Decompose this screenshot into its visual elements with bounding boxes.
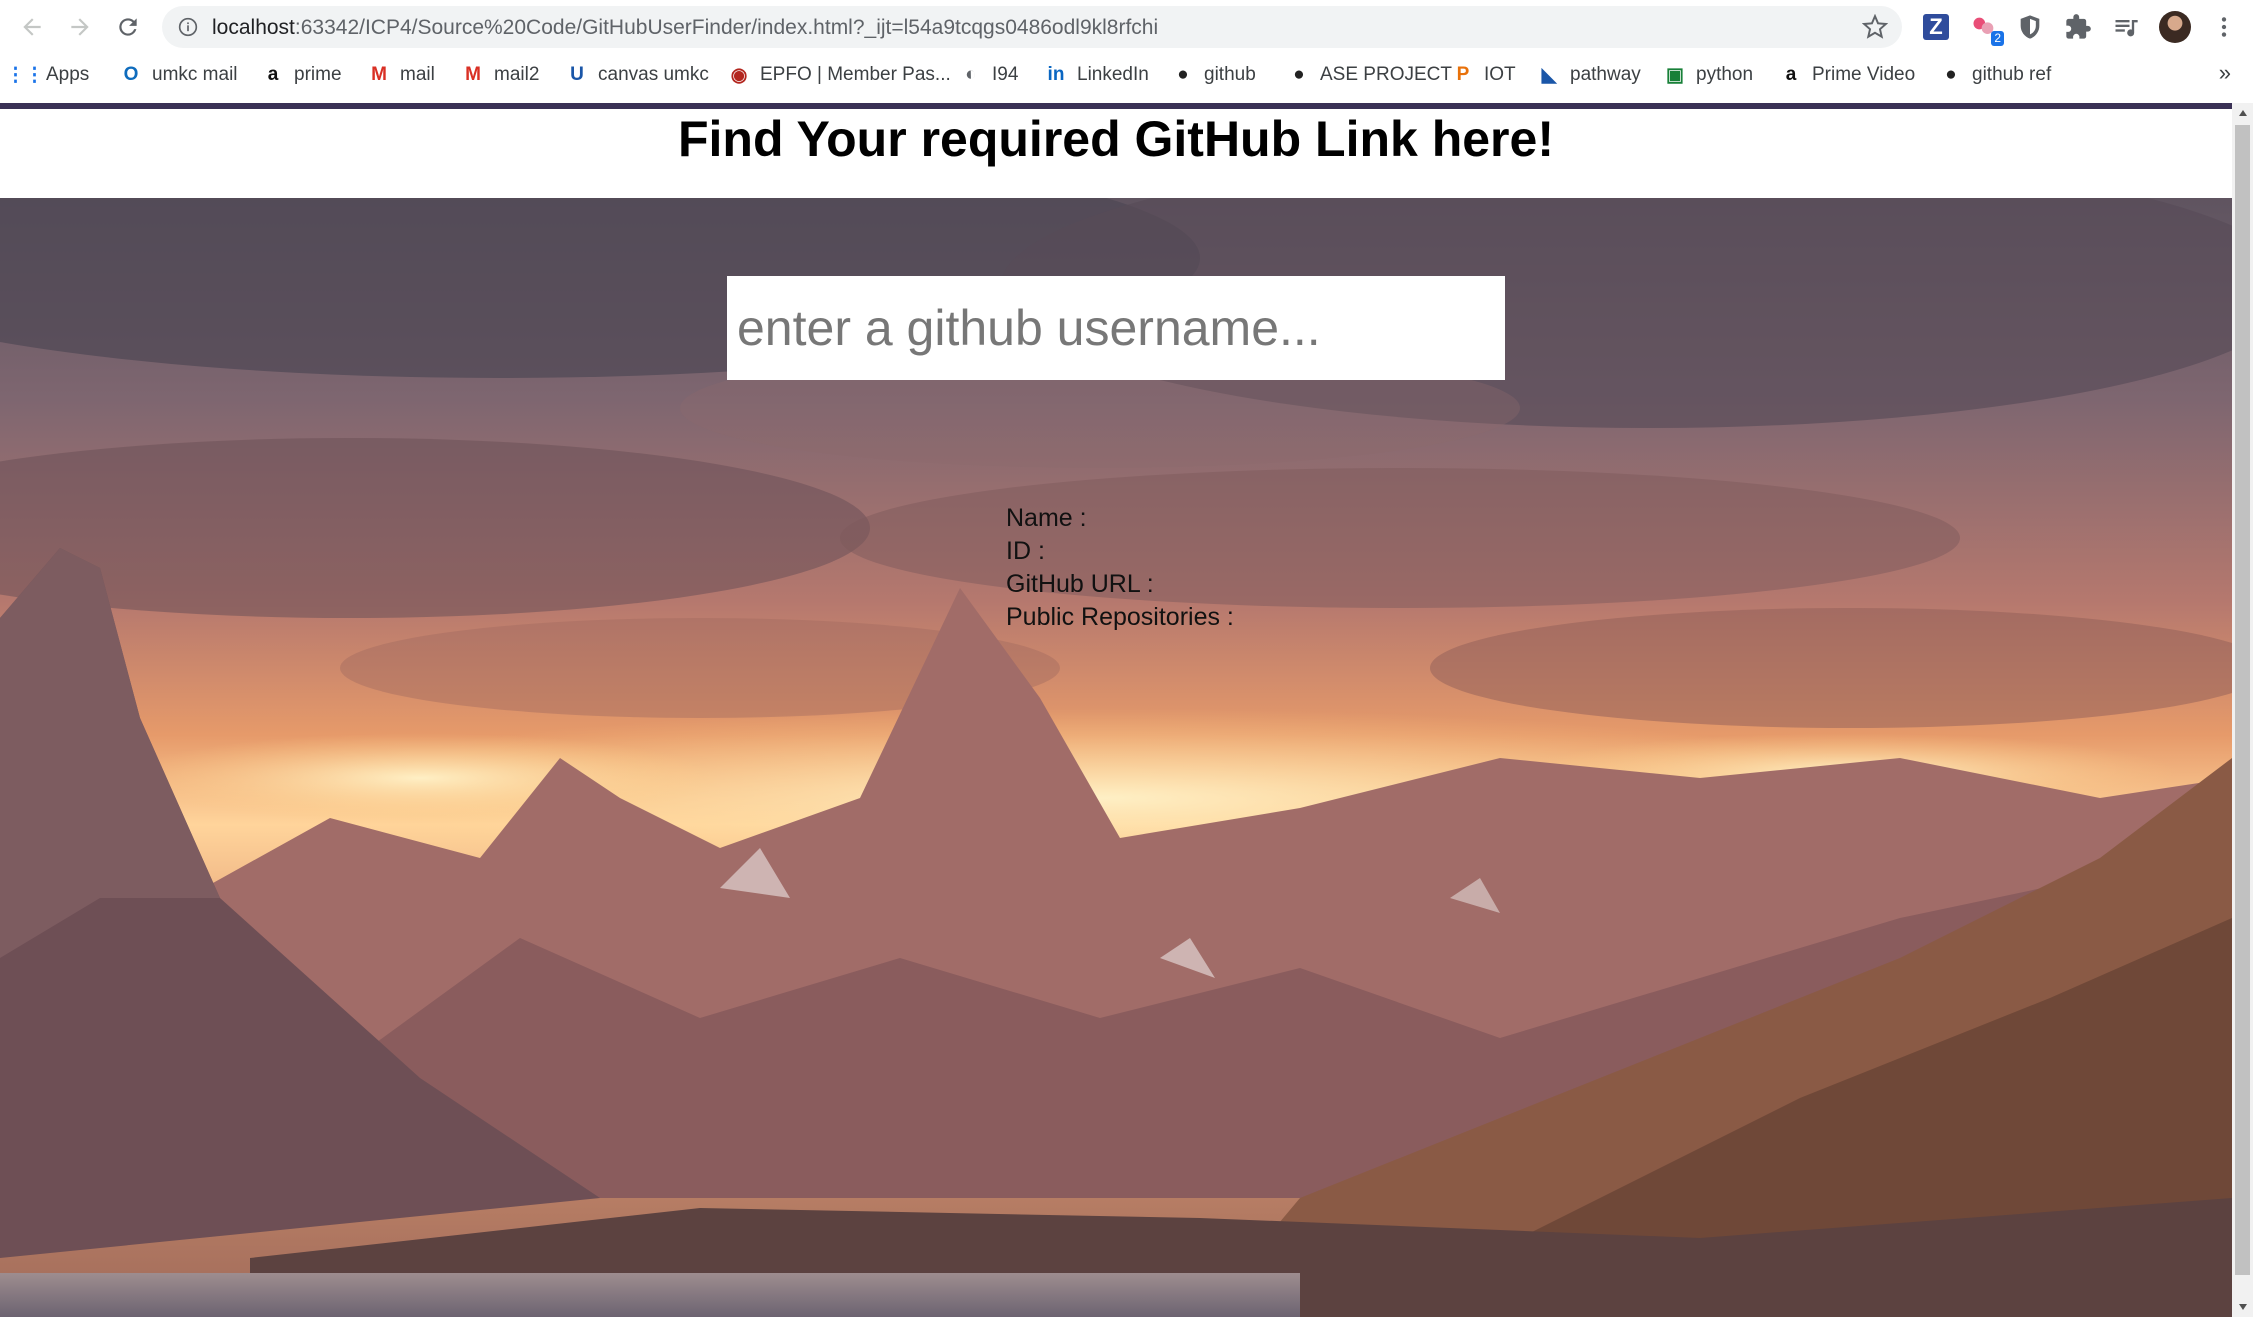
- outlook-icon: O: [123, 64, 139, 85]
- bookmark-label: canvas umkc: [598, 64, 709, 85]
- extension-badge-button[interactable]: 2: [1968, 11, 2004, 46]
- amazon-icon: a: [1785, 64, 1797, 85]
- epfo-icon: ◉: [730, 64, 748, 86]
- bookmarks-bar: ⋮⋮ Apps Oumkc mail a prime Mmail Mmail2 Ucanvas…: [0, 54, 2253, 96]
- sheets-icon: ▣: [1666, 64, 1684, 86]
- profile-avatar[interactable]: [2159, 11, 2191, 43]
- scroll-down-button[interactable]: [2232, 1297, 2253, 1317]
- bookmark-item[interactable]: in LinkedIn: [1045, 62, 1149, 88]
- linkedin-icon: in: [1047, 64, 1065, 85]
- address-bar[interactable]: localhost:63342/ICP4/Source%20Code/GitHu…: [162, 6, 1902, 48]
- name-label: Name :: [1006, 504, 1087, 532]
- bookmark-item[interactable]: Mmail2: [462, 62, 539, 88]
- vertical-scrollbar[interactable]: [2232, 103, 2253, 1317]
- scroll-thumb[interactable]: [2235, 125, 2250, 1275]
- page-header: Find Your required GitHub Link here!: [0, 109, 2232, 198]
- bookmark-label: github: [1204, 64, 1256, 85]
- kebab-menu-icon: [2221, 17, 2227, 37]
- apps-grid-icon: ⋮⋮: [6, 64, 44, 86]
- bookmark-item[interactable]: ◐ I94: [960, 62, 1018, 88]
- reload-icon: [119, 18, 137, 36]
- forward-button[interactable]: [62, 9, 98, 45]
- reading-list-button[interactable]: [2110, 11, 2142, 43]
- more-bookmarks-button[interactable]: »: [2219, 60, 2231, 86]
- puzzle-icon: [2066, 14, 2091, 39]
- umkc-icon: U: [570, 64, 584, 85]
- extension-count-badge: 2: [1991, 31, 2004, 46]
- bookmark-label: mail2: [494, 64, 540, 85]
- bookmark-item[interactable]: ● github ref: [1940, 62, 2051, 88]
- public-repositories-label: Public Repositories :: [1006, 603, 1234, 631]
- bookmark-item[interactable]: ● ASE PROJECT: [1288, 62, 1452, 88]
- bookmark-label: Prime Video: [1812, 64, 1916, 85]
- github-icon: ●: [1177, 64, 1189, 85]
- bookmark-label: umkc mail: [152, 64, 238, 85]
- pathway-icon: ◣: [1541, 64, 1557, 86]
- z-extension-button[interactable]: Z: [1920, 11, 1952, 43]
- forward-arrow-icon: [71, 18, 89, 36]
- bookmark-label: I94: [992, 64, 1019, 85]
- page-title: Find Your required GitHub Link here!: [678, 111, 1554, 167]
- bookmark-star-icon[interactable]: [1862, 14, 1888, 40]
- bookmark-item[interactable]: a prime: [262, 62, 342, 88]
- url-text[interactable]: localhost:63342/ICP4/Source%20Code/GitHu…: [212, 16, 1158, 40]
- url-path: :63342/ICP4/Source%20Code/GitHubUserFind…: [294, 16, 1159, 39]
- bookmark-label: mail: [400, 64, 435, 85]
- bookmark-item[interactable]: P IOT: [1452, 62, 1516, 88]
- github-url-label: GitHub URL :: [1006, 570, 1154, 598]
- bookmark-item[interactable]: Oumkc mail: [120, 62, 238, 88]
- scroll-up-button[interactable]: [2232, 103, 2253, 123]
- z-extension-icon: Z: [1923, 14, 1949, 40]
- back-arrow-icon: [23, 18, 41, 36]
- id-label: ID :: [1006, 537, 1045, 565]
- p-icon: P: [1456, 64, 1470, 85]
- back-button[interactable]: [14, 9, 50, 45]
- shield-icon: [2020, 15, 2040, 39]
- bookmark-label: IOT: [1484, 64, 1516, 85]
- bookmark-item[interactable]: ▣ python: [1664, 62, 1753, 88]
- bookmark-item[interactable]: ◣ pathway: [1538, 62, 1641, 88]
- bookmark-item[interactable]: Ucanvas umkc: [566, 62, 709, 88]
- shield-extension-button[interactable]: [2014, 11, 2046, 43]
- amazon-icon: a: [267, 64, 279, 85]
- url-host: localhost: [212, 16, 295, 39]
- bookmark-label: prime: [294, 64, 342, 85]
- menu-button[interactable]: [2206, 9, 2242, 45]
- bookmark-item[interactable]: a Prime Video: [1780, 62, 1915, 88]
- gmail-icon: M: [371, 64, 387, 85]
- toolbar: localhost:63342/ICP4/Source%20Code/GitHu…: [0, 0, 2253, 54]
- bookmark-item[interactable]: ● github: [1172, 62, 1256, 88]
- scroll-down-arrow-icon: [2238, 1304, 2247, 1310]
- bookmark-item[interactable]: ⋮⋮ Apps: [6, 62, 90, 88]
- bookmark-label: github ref: [1972, 64, 2052, 85]
- info-icon[interactable]: [178, 17, 198, 37]
- extensions-button[interactable]: [2062, 11, 2094, 43]
- browser-chrome: localhost:63342/ICP4/Source%20Code/GitHu…: [0, 0, 2253, 103]
- globe-icon: ◐: [965, 64, 977, 85]
- bookmark-item[interactable]: Mmail: [368, 62, 435, 88]
- user-info-panel: Name : ID : GitHub URL : Public Reposito…: [1006, 502, 1234, 634]
- playlist-icon: [2115, 20, 2138, 37]
- github-icon: ●: [1293, 64, 1305, 85]
- bookmark-label: pathway: [1570, 64, 1641, 85]
- gmail-icon: M: [465, 64, 481, 85]
- bookmark-label: EPFO | Member Pas...: [760, 64, 951, 85]
- bookmark-label: python: [1696, 64, 1754, 85]
- bookmark-label: LinkedIn: [1077, 64, 1149, 85]
- bookmark-item[interactable]: ◉ EPFO | Member Pas...: [728, 62, 951, 88]
- reload-button[interactable]: [110, 9, 146, 45]
- bookmark-label: Apps: [46, 64, 90, 85]
- scroll-up-arrow-icon: [2238, 110, 2247, 116]
- github-icon: ●: [1945, 64, 1957, 85]
- page-viewport: Find Your required GitHub Link here! ent…: [0, 109, 2232, 1317]
- github-username-search-input[interactable]: [727, 276, 1505, 380]
- bookmark-label: ASE PROJECT: [1320, 64, 1452, 85]
